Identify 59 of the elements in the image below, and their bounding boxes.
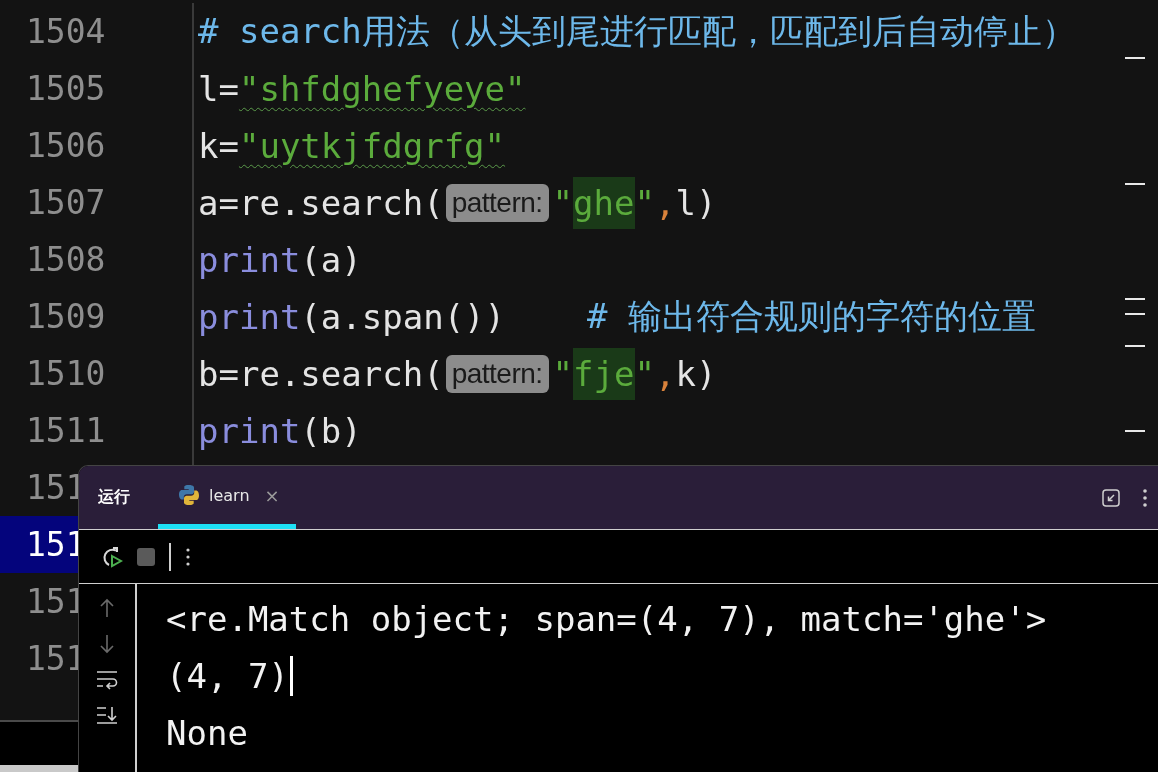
line-number: 1509 — [26, 297, 106, 336]
line-number: 151 — [26, 468, 86, 507]
code-text: (a) — [300, 239, 362, 280]
panel-title: 运行 — [97, 486, 131, 508]
search-match: fje — [573, 347, 635, 400]
line-number: 1508 — [26, 240, 106, 279]
code-comment: # search用法（从头到尾进行匹配，匹配到后自动停止） — [198, 9, 1076, 53]
parameter-hint: pattern: — [445, 354, 549, 393]
scroll-marker — [1125, 345, 1145, 347]
line-number: 151 — [26, 525, 86, 564]
more-icon[interactable] — [185, 546, 191, 567]
scroll-marker — [1125, 430, 1145, 432]
soft-wrap-icon[interactable] — [96, 670, 118, 690]
string-literal: "shfdghefyeye" — [238, 68, 526, 109]
more-icon[interactable] — [1142, 487, 1148, 508]
line-number: 151 — [26, 582, 86, 621]
line-number: 1504 — [26, 12, 106, 51]
string-literal: "uytkjfdgrfg" — [238, 125, 506, 166]
console-output: <re.Match object; span=(4, 7), match='ghe'> — [166, 598, 1047, 639]
code-comma: , — [655, 182, 676, 223]
python-icon — [178, 484, 200, 506]
line-number: 1505 — [26, 69, 106, 108]
search-match: ghe — [573, 176, 635, 229]
code-text: l= — [198, 68, 239, 109]
stop-icon[interactable] — [137, 547, 155, 566]
code-comma: , — [655, 353, 676, 394]
line-number: 1507 — [26, 183, 106, 222]
close-icon[interactable]: × — [264, 484, 280, 506]
scroll-marker — [1125, 57, 1145, 59]
code-text: a=re.search( — [198, 182, 444, 223]
console-output: (4, 7) — [166, 655, 289, 696]
up-arrow-icon[interactable] — [99, 598, 115, 618]
builtin-name: print — [198, 296, 301, 337]
code-text: (a.span()) — [300, 296, 507, 337]
scroll-marker — [1125, 298, 1145, 300]
down-arrow-icon[interactable] — [99, 634, 115, 654]
code-text: k= — [198, 125, 239, 166]
code-text: k) — [675, 353, 717, 394]
console-output: None — [166, 712, 248, 753]
code-text: l) — [675, 182, 717, 223]
builtin-name: print — [198, 410, 301, 451]
run-tab[interactable]: learn × — [158, 466, 296, 529]
code-text: b=re.search( — [198, 353, 444, 394]
scroll-marker — [1125, 183, 1145, 185]
code-comment: # 输出符合规则的字符的位置 — [586, 294, 1036, 338]
code-text: (b) — [300, 410, 362, 451]
line-number: 151 — [26, 639, 86, 678]
minimize-icon[interactable] — [1102, 488, 1120, 507]
string-literal: " — [552, 353, 574, 394]
builtin-name: print — [198, 239, 301, 280]
scroll-marker — [1125, 313, 1145, 315]
line-number: 1511 — [26, 411, 106, 450]
string-literal: " — [634, 182, 655, 223]
line-number: 1510 — [26, 354, 106, 393]
string-literal: " — [552, 182, 574, 223]
scroll-to-end-icon[interactable] — [96, 706, 118, 726]
parameter-hint: pattern: — [445, 183, 549, 222]
string-literal: " — [634, 353, 655, 394]
line-number: 1506 — [26, 126, 106, 165]
